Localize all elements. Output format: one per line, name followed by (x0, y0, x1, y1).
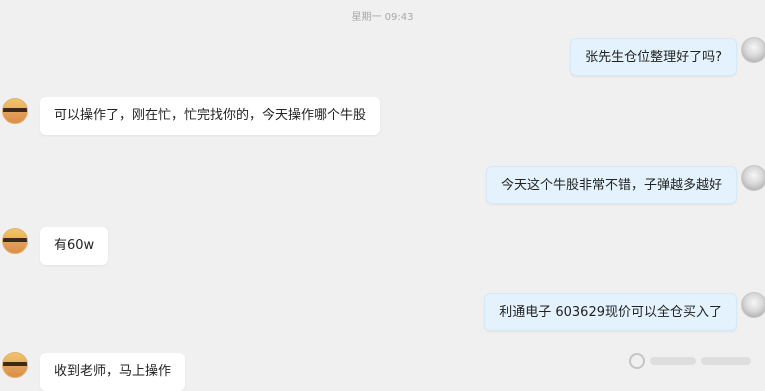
incoming-message-bubble[interactable]: 可以操作了，刚在忙，忙完找你的，今天操作哪个牛股 (40, 97, 381, 135)
watermark-bar (701, 357, 751, 365)
incoming-message-bubble[interactable]: 有60w (40, 227, 109, 265)
weibo-watermark-icon (629, 350, 759, 372)
weibo-logo-icon (629, 353, 645, 369)
incoming-message-bubble[interactable]: 收到老师，马上操作 (40, 353, 186, 391)
contact-avatar-icon[interactable] (2, 228, 28, 254)
chat-window: 星期一 09:43 张先生仓位整理好了吗? 可以操作了，刚在忙，忙完找你的，今天… (0, 0, 765, 391)
outgoing-message-bubble[interactable]: 今天这个牛股非常不错，子弹越多越好 (485, 166, 737, 204)
contact-avatar-icon[interactable] (2, 352, 28, 378)
self-avatar-icon[interactable] (741, 37, 765, 63)
watermark-bar (650, 357, 696, 365)
self-avatar-icon[interactable] (741, 165, 765, 191)
self-avatar-icon[interactable] (741, 292, 765, 318)
message-timestamp: 星期一 09:43 (351, 12, 414, 23)
outgoing-message-bubble[interactable]: 张先生仓位整理好了吗? (570, 38, 737, 76)
outgoing-message-bubble[interactable]: 利通电子 603629现价可以全仓买入了 (484, 293, 737, 331)
contact-avatar-icon[interactable] (2, 98, 28, 124)
